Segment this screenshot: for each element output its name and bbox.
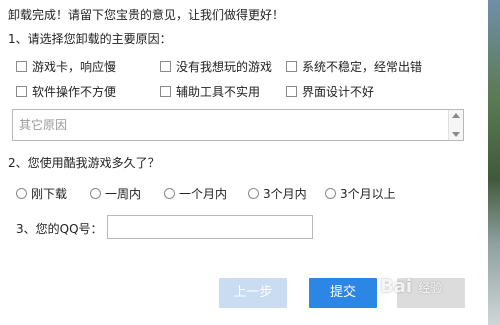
radio-button[interactable] bbox=[90, 188, 101, 199]
qq-number-input[interactable] bbox=[107, 215, 313, 239]
reason-option-no-game[interactable]: 没有我想玩的游戏 bbox=[160, 58, 272, 75]
duration-option-3-months[interactable]: 3个月内 bbox=[248, 185, 307, 202]
checkbox[interactable] bbox=[16, 61, 27, 72]
reason-option-lag[interactable]: 游戏卡，响应慢 bbox=[16, 58, 116, 75]
option-label: 刚下载 bbox=[31, 187, 68, 201]
textarea-scrollbar[interactable] bbox=[448, 110, 463, 140]
watermark-text: 经验 bbox=[418, 281, 443, 295]
reason-option-tools[interactable]: 辅助工具不实用 bbox=[160, 83, 260, 100]
duration-option-month[interactable]: 一个月内 bbox=[164, 185, 227, 202]
option-label: 辅助工具不实用 bbox=[176, 85, 261, 99]
radio-button[interactable] bbox=[16, 188, 27, 199]
watermark-brand: Bai bbox=[380, 276, 413, 297]
checkbox[interactable] bbox=[286, 61, 297, 72]
option-label: 3个月以上 bbox=[340, 187, 396, 201]
option-label: 3个月内 bbox=[263, 187, 307, 201]
background-window-edge bbox=[488, 0, 500, 325]
scroll-down-arrow-icon[interactable] bbox=[452, 132, 460, 137]
option-label: 一周内 bbox=[105, 187, 142, 201]
other-reason-textarea[interactable]: 其它原因 bbox=[12, 109, 464, 141]
option-label: 界面设计不好 bbox=[302, 85, 375, 99]
option-label: 游戏卡，响应慢 bbox=[32, 60, 117, 74]
previous-button[interactable]: 上一步 bbox=[219, 278, 287, 308]
question-1-label: 1、请选择您卸载的主要原因： bbox=[8, 32, 172, 46]
scroll-up-arrow-icon[interactable] bbox=[452, 113, 460, 118]
option-label: 软件操作不方便 bbox=[32, 85, 117, 99]
duration-option-week[interactable]: 一周内 bbox=[90, 185, 141, 202]
option-label: 系统不稳定，经常出错 bbox=[302, 60, 423, 74]
watermark: Bai 经验 bbox=[380, 276, 442, 297]
question-3-label: 3、您的QQ号： bbox=[16, 222, 103, 236]
radio-button[interactable] bbox=[325, 188, 336, 199]
reason-option-inconvenient[interactable]: 软件操作不方便 bbox=[16, 83, 116, 100]
duration-option-just-downloaded[interactable]: 刚下载 bbox=[16, 185, 67, 202]
checkbox[interactable] bbox=[286, 86, 297, 97]
page-title: 卸载完成！请留下您宝贵的意见，让我们做得更好！ bbox=[8, 8, 285, 22]
duration-option-over-3-months[interactable]: 3个月以上 bbox=[325, 185, 396, 202]
other-reason-placeholder: 其它原因 bbox=[19, 118, 68, 132]
option-label: 一个月内 bbox=[179, 187, 228, 201]
radio-button[interactable] bbox=[248, 188, 259, 199]
reason-option-unstable[interactable]: 系统不稳定，经常出错 bbox=[286, 58, 422, 75]
radio-button[interactable] bbox=[164, 188, 175, 199]
question-2-label: 2、您使用酷我游戏多久了？ bbox=[8, 156, 160, 170]
option-label: 没有我想玩的游戏 bbox=[176, 60, 273, 74]
submit-button[interactable]: 提交 bbox=[309, 278, 377, 308]
reason-option-ui-design[interactable]: 界面设计不好 bbox=[286, 83, 374, 100]
checkbox[interactable] bbox=[160, 86, 171, 97]
checkbox[interactable] bbox=[16, 86, 27, 97]
checkbox[interactable] bbox=[160, 61, 171, 72]
